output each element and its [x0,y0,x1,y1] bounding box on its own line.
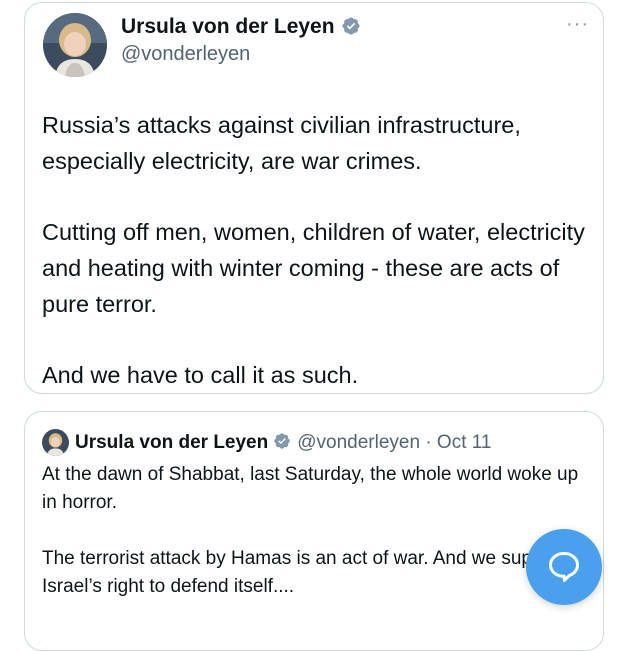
author-handle[interactable]: @vonderleyen [121,43,250,66]
tweet-card[interactable]: Ursula von der Leyen @vonderleyen ··· Ru… [24,2,604,394]
quoted-paragraph: At the dawn of Shabbat, last Saturday, t… [42,464,579,513]
more-options-icon[interactable]: ··· [566,13,589,36]
author-name-text: Ursula von der Leyen [121,15,335,38]
verified-badge-icon [341,16,361,42]
tweet-paragraph: Cutting off men, women, children of wate… [42,219,585,317]
verified-badge-icon [273,431,291,458]
tweet-paragraph: Russia’s attacks against civilian infras… [42,112,521,174]
tweet-text: Russia’s attacks against civilian infras… [42,107,587,428]
author-avatar[interactable] [43,13,107,77]
quoted-paragraph: The terrorist attack by Hamas is an act … [42,548,565,597]
quoted-handle-date[interactable]: @vonderleyen · Oct 11 [297,432,491,453]
chat-bubble-icon[interactable] [526,529,602,605]
quoted-author-name[interactable]: Ursula von der Leyen [75,432,268,453]
quoted-tweet-header: Ursula von der Leyen @vonderleyen · Oct 1… [75,429,491,458]
author-name[interactable]: Ursula von der Leyen [121,15,361,42]
quoted-tweet-card[interactable]: Ursula von der Leyen @vonderleyen · Oct 1… [24,411,604,651]
tweet-paragraph: And we have to call it as such. [42,362,359,388]
quoted-tweet-text: At the dawn of Shabbat, last Saturday, t… [42,461,587,629]
quoted-author-avatar[interactable] [42,429,69,456]
